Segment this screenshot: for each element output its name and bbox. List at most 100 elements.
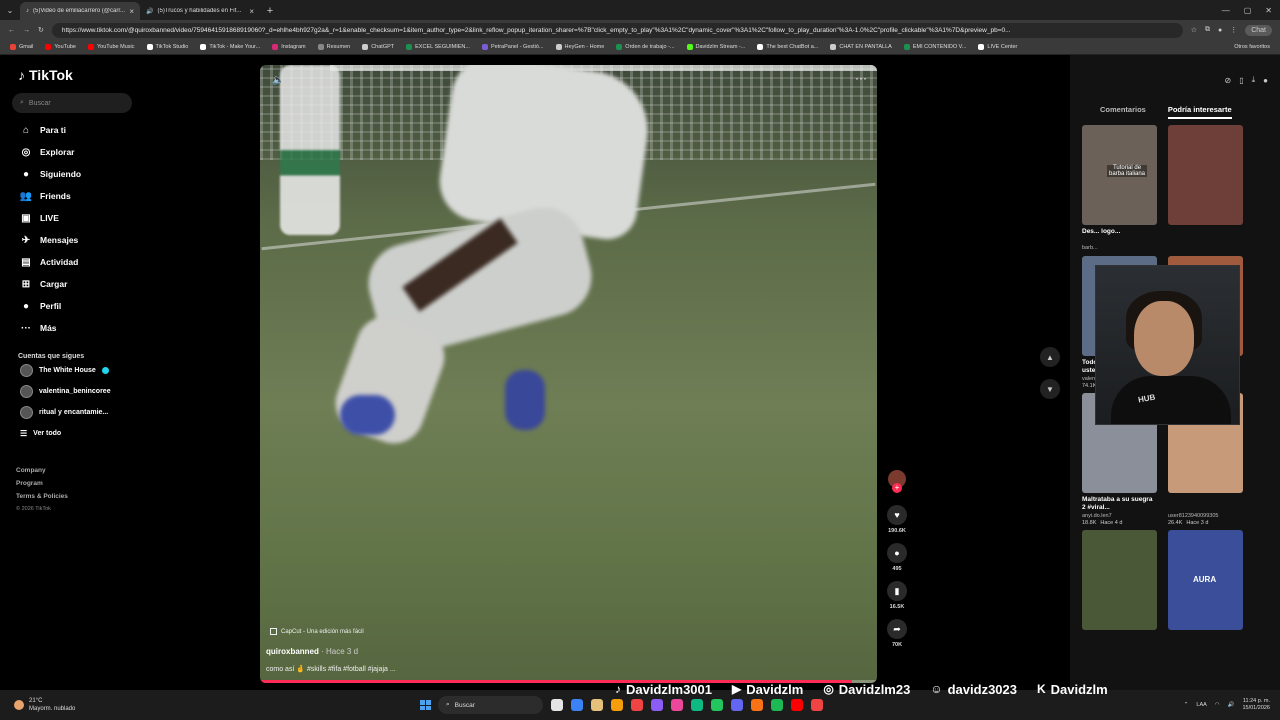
volume-icon[interactable]: 🔊 xyxy=(1228,702,1235,708)
profile-icon[interactable]: ● xyxy=(1218,27,1222,34)
tray-chevron-icon[interactable]: ⌃ xyxy=(1184,702,1189,708)
url-input[interactable]: https://www.tiktok.com/@quiroxbanned/vid… xyxy=(51,22,1183,38)
card-user[interactable]: barb... xyxy=(1082,245,1157,251)
embed-icon[interactable]: ⊘ xyxy=(1225,76,1232,85)
taskbar-app-icon[interactable] xyxy=(811,699,823,711)
card-user[interactable]: anyi.do.len7 xyxy=(1082,513,1157,519)
creator-avatar[interactable]: + xyxy=(888,470,906,493)
nav-item-mensajes[interactable]: ✈ Mensajes xyxy=(12,229,132,251)
minimize-icon[interactable]: — xyxy=(1222,6,1230,15)
taskbar-app-icon[interactable] xyxy=(731,699,743,711)
bookmark-item[interactable]: YouTube Music xyxy=(88,44,135,50)
video-author[interactable]: quiroxbanned · Hace 3 d xyxy=(266,647,358,656)
reload-icon[interactable]: ↻ xyxy=(38,26,44,34)
bookmark-item[interactable]: TikTok - Make Your... xyxy=(200,44,260,50)
taskbar-search[interactable]: ⌕ Buscar xyxy=(438,696,543,714)
windows-start-icon[interactable] xyxy=(420,700,431,710)
browser-tab[interactable]: ♪ (5)Video de emiliacarrero (@carr... × xyxy=(20,2,140,20)
video-thumbnail[interactable]: AURA xyxy=(1168,530,1243,630)
extensions-icon[interactable]: ⧉ xyxy=(1205,26,1210,34)
bookmark-item[interactable]: Instagram xyxy=(272,44,306,50)
tab-suggestions[interactable]: Podría interesarte xyxy=(1167,105,1232,119)
taskbar-app-icon[interactable] xyxy=(651,699,663,711)
follow-plus-icon[interactable]: + xyxy=(892,483,902,493)
browser-tab[interactable]: 🔊 (5)Trucos y habilidades en Fif... × xyxy=(140,2,260,20)
forward-icon[interactable]: → xyxy=(23,27,30,34)
taskbar-app-icon[interactable] xyxy=(751,699,763,711)
device-icon[interactable]: ▯ xyxy=(1239,76,1243,85)
tab-comments[interactable]: Comentarios xyxy=(1100,105,1146,119)
tab-search-button[interactable]: ⌄ xyxy=(0,2,20,20)
following-account[interactable]: valentina_benincoree xyxy=(12,381,132,402)
language-indicator[interactable]: LAA xyxy=(1196,702,1206,708)
nav-item-friends[interactable]: 👥 Friends xyxy=(12,185,132,207)
see-all-link[interactable]: ☰ Ver todo xyxy=(12,423,132,444)
like-button[interactable]: ♥ xyxy=(887,505,907,525)
footer-company[interactable]: Company xyxy=(16,464,132,477)
taskbar-app-icon[interactable] xyxy=(671,699,683,711)
suggested-video-card[interactable]: AURA xyxy=(1168,530,1243,650)
card-user[interactable]: user8123940099305 xyxy=(1168,513,1243,519)
search-input[interactable]: ⌕ Buscar xyxy=(12,93,132,113)
bookmark-star-icon[interactable]: ☆ xyxy=(1191,26,1197,34)
taskbar-app-icon[interactable] xyxy=(771,699,783,711)
footer-program[interactable]: Program xyxy=(16,477,132,490)
chat-button[interactable]: Chat xyxy=(1245,24,1272,36)
taskbar-app-icon[interactable] xyxy=(571,699,583,711)
bookmark-item[interactable]: PetraPanel - Gestió... xyxy=(481,44,544,50)
nav-item-para-ti[interactable]: ⌂ Para ti xyxy=(12,119,132,141)
bookmark-item[interactable]: ChatGPT xyxy=(362,44,394,50)
new-tab-button[interactable]: + xyxy=(260,2,280,20)
following-account[interactable]: ritual y encantamie... xyxy=(12,402,132,423)
bookmark-item[interactable]: LIVE Center xyxy=(978,44,1017,50)
taskbar-app-icon[interactable] xyxy=(551,699,563,711)
bookmark-item[interactable]: YouTube xyxy=(45,44,76,50)
previous-video-button[interactable]: ▲ xyxy=(1040,347,1060,367)
video-thumbnail[interactable] xyxy=(1082,530,1157,630)
suggested-video-card[interactable]: Tutorial de barba italiana Des... logo...… xyxy=(1082,125,1157,252)
bookmark-item[interactable]: Orden de trabajo -... xyxy=(616,44,675,50)
save-button[interactable]: ▮ xyxy=(887,581,907,601)
bookmark-item[interactable]: CHAT EN PANTALLA xyxy=(830,44,892,50)
back-icon[interactable]: ← xyxy=(8,27,15,34)
maximize-icon[interactable]: ▢ xyxy=(1244,6,1252,15)
nav-item-cargar[interactable]: ⊞ Cargar xyxy=(12,273,132,295)
nav-item-live[interactable]: ▣ LIVE xyxy=(12,207,132,229)
more-options-icon[interactable]: ··· xyxy=(855,71,867,85)
weather-widget[interactable]: 21°C Mayorm. nublado xyxy=(0,697,140,713)
taskbar-app-icon[interactable] xyxy=(691,699,703,711)
suggested-video-card[interactable] xyxy=(1168,125,1243,252)
bookmark-item[interactable]: TikTok Studio xyxy=(146,44,188,50)
taskbar-app-icon[interactable] xyxy=(791,699,803,711)
bookmark-item[interactable]: The best ChatBot a... xyxy=(757,44,818,50)
comment-button[interactable]: ● xyxy=(887,543,907,563)
taskbar-app-icon[interactable] xyxy=(611,699,623,711)
video-player[interactable]: 🔈 ··· CapCut - Una edición más fácil qui… xyxy=(260,65,877,683)
bookmark-item[interactable]: Davidzlm Stream -... xyxy=(686,44,745,50)
download-icon[interactable]: ⤓ xyxy=(1252,75,1256,85)
next-video-button[interactable]: ▼ xyxy=(1040,379,1060,399)
nav-item-perfil[interactable]: ● Perfil xyxy=(12,295,132,317)
nav-item-actividad[interactable]: ▤ Actividad xyxy=(12,251,132,273)
nav-item-más[interactable]: ··· Más xyxy=(12,317,132,339)
close-window-icon[interactable]: ✕ xyxy=(1265,6,1272,15)
bookmark-item[interactable]: HeyGen - Home xyxy=(555,44,604,50)
footer-terms[interactable]: Terms & Policies xyxy=(16,490,132,503)
taskbar-app-icon[interactable] xyxy=(631,699,643,711)
capcut-watermark[interactable]: CapCut - Una edición más fácil xyxy=(270,628,364,635)
close-tab-icon[interactable]: × xyxy=(249,7,254,16)
bookmark-item[interactable]: Gmail xyxy=(10,44,33,50)
taskbar-app-icon[interactable] xyxy=(591,699,603,711)
close-tab-icon[interactable]: × xyxy=(129,7,134,16)
tiktok-logo[interactable]: ♪ TikTok xyxy=(12,67,132,83)
clock[interactable]: 11:24 p. m. 15/01/2026 xyxy=(1242,698,1270,712)
bookmark-item[interactable]: Resumen xyxy=(317,44,350,50)
menu-icon[interactable]: ⋮ xyxy=(1230,26,1237,34)
share-button[interactable]: ➦ xyxy=(887,619,907,639)
video-thumbnail[interactable] xyxy=(1168,125,1243,225)
nav-item-siguiendo[interactable]: ● Siguiendo xyxy=(12,163,132,185)
bookmark-item[interactable]: EMI CONTENIDO V... xyxy=(903,44,966,50)
volume-icon[interactable]: 🔈 xyxy=(272,75,284,86)
user-avatar[interactable]: ● xyxy=(1263,76,1268,85)
suggested-video-card[interactable] xyxy=(1082,530,1157,650)
